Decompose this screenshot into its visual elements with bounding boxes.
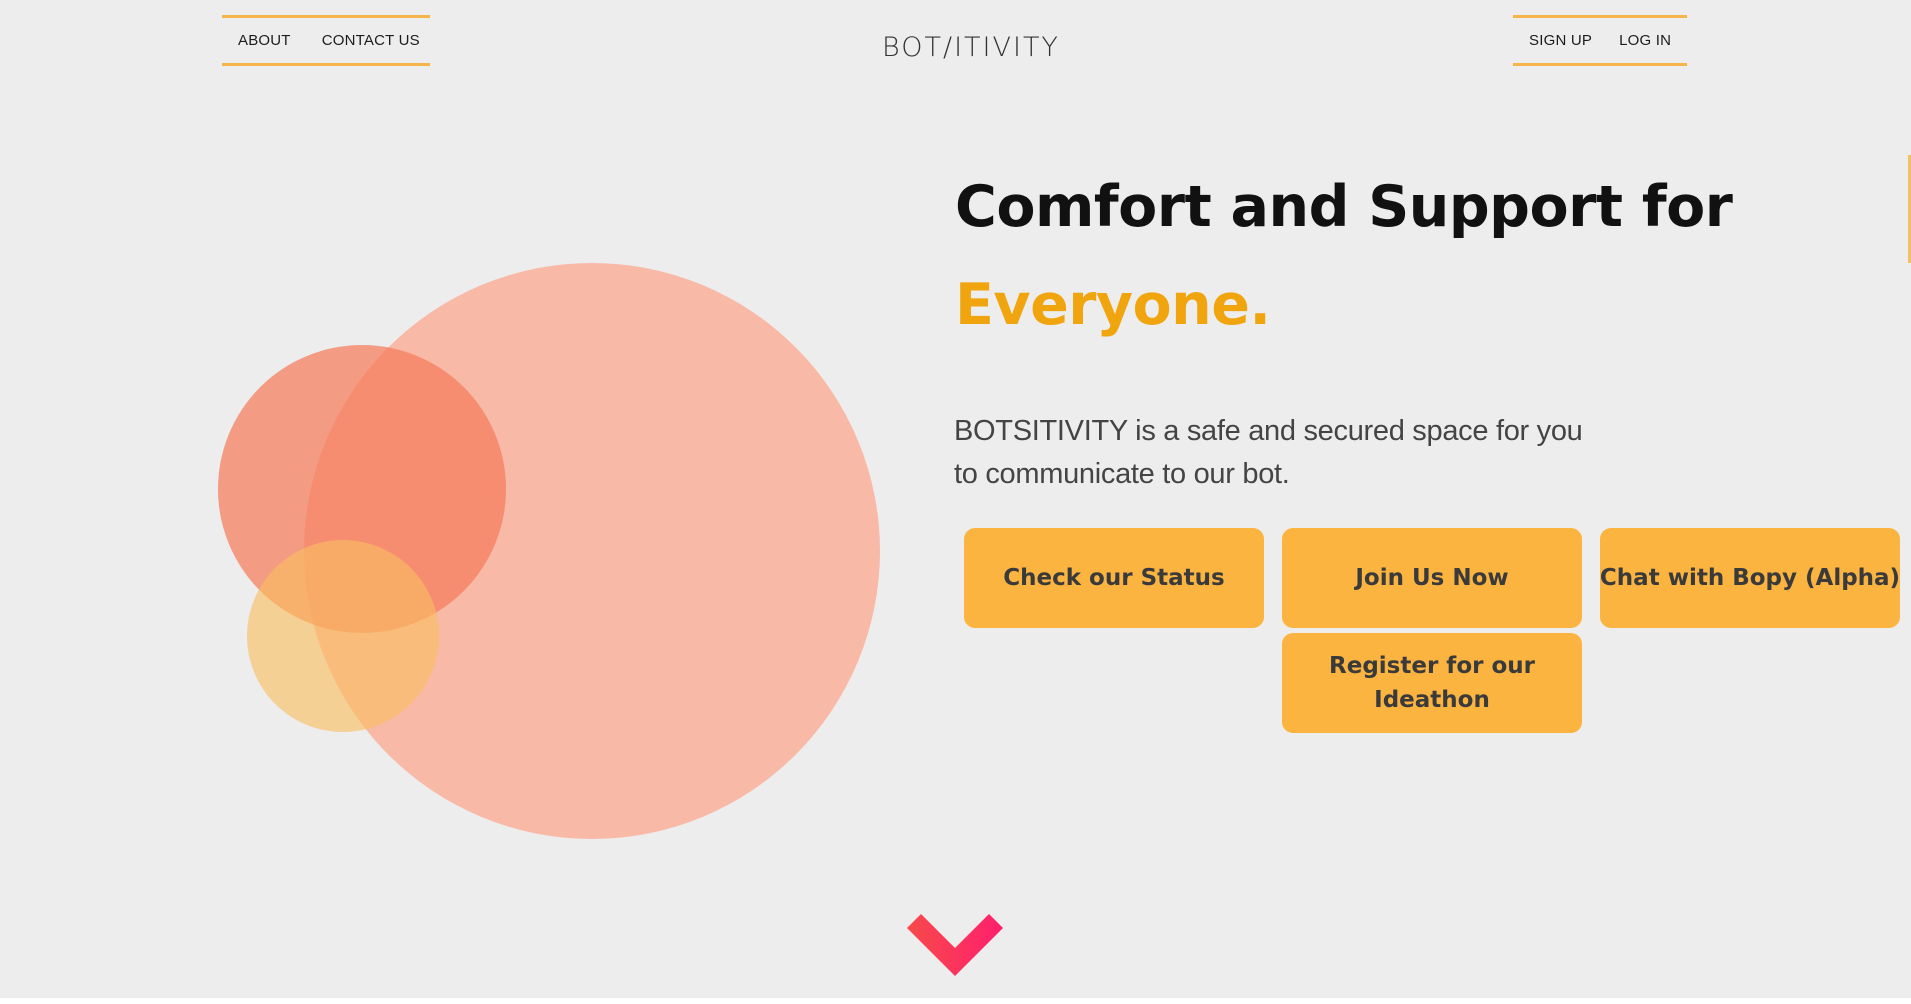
nav-login-link[interactable]: LOG IN [1619, 32, 1671, 49]
small-circle [247, 540, 439, 732]
hero-headline: Comfort and Support for Everyone. [955, 158, 1733, 354]
chevron-down-icon[interactable] [904, 914, 1004, 980]
headline-accent: Everyone. [955, 272, 1271, 338]
account-nav: SIGN UP LOG IN [1513, 15, 1687, 66]
landing-page: ABOUT CONTACT US BOT/ITIVITY SIGN UP LOG… [0, 0, 1911, 998]
headline-line: Comfort and Support for [955, 174, 1733, 240]
brand-logo[interactable]: BOT/ITIVITY [880, 32, 1062, 63]
join-us-button[interactable]: Join Us Now [1282, 528, 1582, 628]
check-status-button[interactable]: Check our Status [964, 528, 1264, 628]
register-ideathon-button[interactable]: Register for our Ideathon [1282, 633, 1582, 733]
chat-bopy-button[interactable]: Chat with Bopy (Alpha) [1600, 528, 1900, 628]
nav-signup-link[interactable]: SIGN UP [1529, 32, 1592, 49]
hero-circles-illustration [218, 263, 880, 839]
hero-description: BOTSITIVITY is a safe and secured space … [954, 415, 1583, 490]
